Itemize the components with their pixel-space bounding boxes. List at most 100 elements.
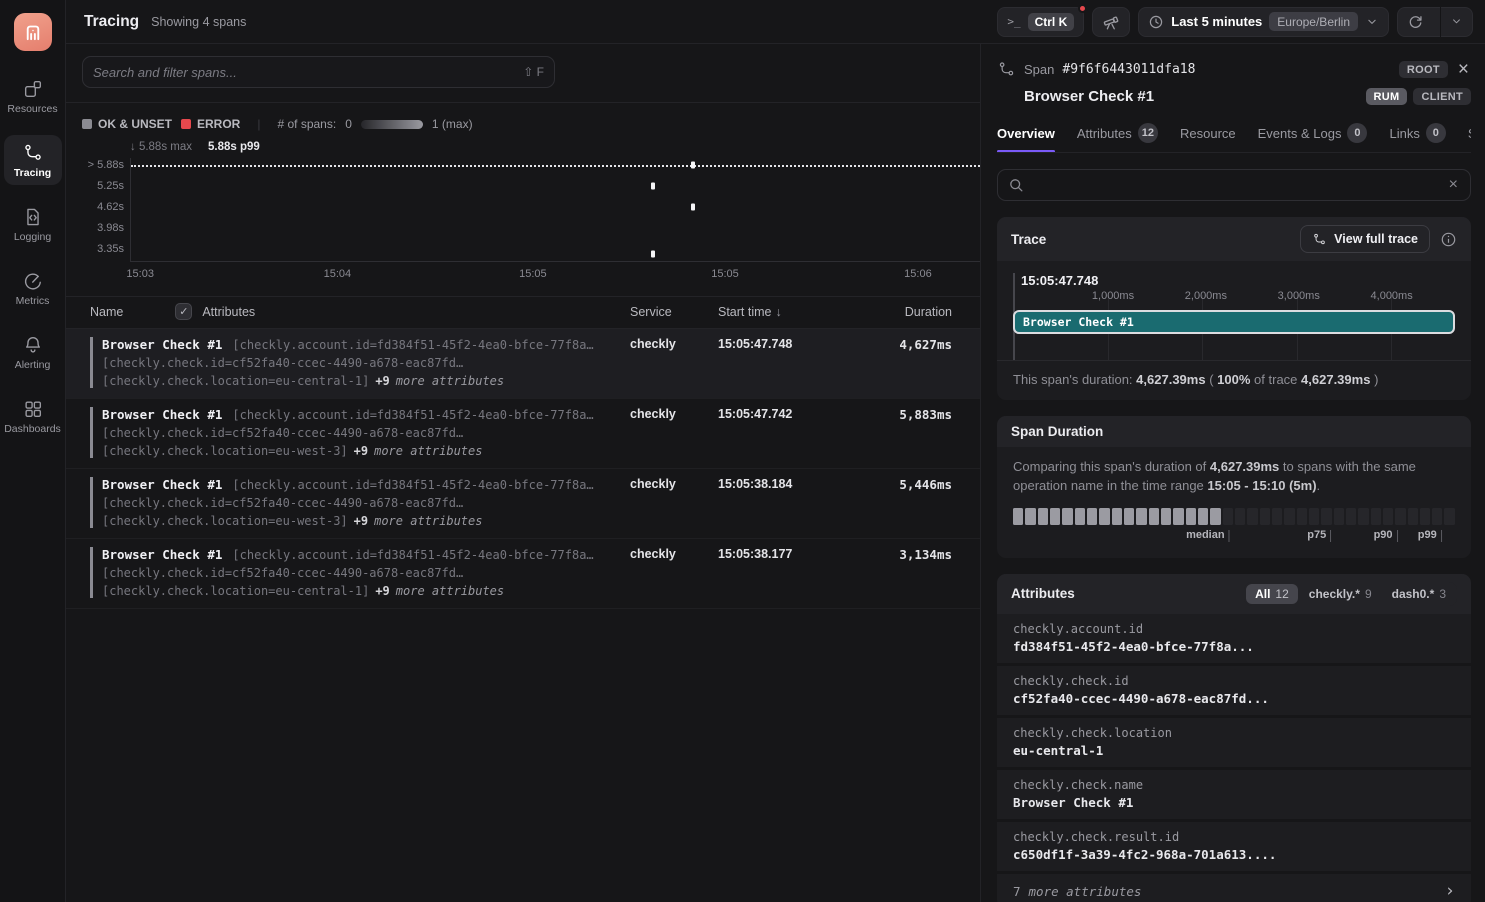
row-attr-line: [checkly.check.id=cf52fa40-ccec-4490-a67… [102, 426, 630, 440]
x-tick: 15:03 [126, 268, 154, 280]
tab-links[interactable]: Links 0 [1389, 123, 1445, 152]
terminal-prompt-icon: >_ [1007, 15, 1020, 28]
resources-icon [22, 78, 44, 100]
tab-label: Events & Logs [1258, 126, 1342, 141]
command-palette-button[interactable]: >_ Ctrl K [997, 7, 1084, 37]
attributes-checkbox[interactable] [175, 303, 192, 320]
row-start-time: 15:05:47.748 [718, 337, 846, 388]
trace-section-title: Trace [1011, 232, 1046, 247]
ok-swatch [82, 119, 92, 129]
histogram-cell [1334, 508, 1344, 525]
y-tick: 5.25s [97, 180, 124, 192]
view-full-trace-button[interactable]: View full trace [1300, 225, 1430, 253]
attribute-value: c650df1f-3a39-4fc2-968a-701a613.... [1013, 847, 1455, 862]
sidebar-item-label: Dashboards [4, 423, 61, 435]
row-duration: 3,134ms [846, 547, 952, 598]
col-start-time[interactable]: Start time [718, 305, 846, 319]
sidebar-item-tracing[interactable]: Tracing [4, 135, 62, 185]
row-service: checkly [630, 337, 718, 388]
span-duration-summary: This span's duration: 4,627.39ms ( 100% … [997, 360, 1471, 400]
table-row[interactable]: Browser Check #1 [checkly.account.id=fd3… [66, 399, 980, 469]
explore-button[interactable] [1092, 7, 1130, 37]
span-point[interactable] [651, 251, 655, 258]
filter-all[interactable]: All 12 [1246, 584, 1298, 604]
scatter-plot[interactable] [130, 158, 980, 262]
tab-resource[interactable]: Resource [1180, 123, 1236, 152]
error-swatch [181, 119, 191, 129]
legend-ok-label: OK & UNSET [98, 117, 172, 131]
rum-badge: RUM [1366, 88, 1408, 105]
legend-error[interactable]: ERROR [181, 117, 240, 131]
histogram-cell [1136, 508, 1146, 525]
tab-events-logs[interactable]: Events & Logs 0 [1258, 123, 1368, 152]
attribute-row[interactable]: checkly.check.location eu-central-1 [997, 718, 1471, 767]
filter-dash0[interactable]: dash0.* 3 [1383, 584, 1455, 604]
col-name: Name [90, 305, 123, 319]
attribute-row[interactable]: checkly.check.name Browser Check #1 [997, 770, 1471, 819]
span-title: Browser Check #1 [1024, 88, 1154, 105]
tab-label: Attributes [1077, 126, 1132, 141]
row-service: checkly [630, 477, 718, 528]
sidebar-item-resources[interactable]: Resources [4, 71, 62, 121]
table-row[interactable]: Browser Check #1 [checkly.account.id=fd3… [66, 329, 980, 399]
refresh-interval-dropdown[interactable] [1440, 7, 1472, 37]
span-search-input[interactable] [93, 65, 523, 80]
x-tick: 15:05 [711, 268, 739, 280]
dash0-logo[interactable] [14, 13, 52, 51]
span-type-label: Span [1024, 62, 1054, 77]
row-more-count: +9 [375, 584, 389, 598]
span-point[interactable] [651, 183, 655, 190]
span-bar[interactable]: Browser Check #1 [1013, 310, 1455, 334]
row-attr-line: [checkly.check.id=cf52fa40-ccec-4490-a67… [102, 496, 630, 510]
refresh-split-button [1397, 7, 1473, 37]
tab-attributes[interactable]: Attributes 12 [1077, 123, 1158, 152]
table-row[interactable]: Browser Check #1 [checkly.account.id=fd3… [66, 539, 980, 609]
col-duration: Duration [846, 305, 952, 319]
attribute-search-input[interactable] [1032, 178, 1439, 193]
attribute-row[interactable]: checkly.check.result.id c650df1f-3a39-4f… [997, 822, 1471, 871]
attribute-row[interactable]: checkly.account.id fd384f51-45f2-4ea0-bf… [997, 614, 1471, 663]
duration-histogram [1013, 508, 1455, 525]
histogram-cell [1444, 508, 1454, 525]
legend-ok[interactable]: OK & UNSET [82, 117, 172, 131]
span-point[interactable] [691, 204, 695, 211]
table-row[interactable]: Browser Check #1 [checkly.account.id=fd3… [66, 469, 980, 539]
row-attr-text: [checkly.check.location=eu-west-3] [102, 514, 348, 528]
attribute-filter-group: All 12 checkly.* 9 dash0.* 3 [1244, 582, 1457, 606]
sidebar-item-metrics[interactable]: Metrics [4, 263, 62, 313]
histogram-cell [1013, 508, 1023, 525]
spans-area: ⇧ F OK & UNSET ERROR | # of spans: 0 [66, 44, 980, 902]
sidebar-item-logging[interactable]: Logging [4, 199, 62, 249]
filter-checkly[interactable]: checkly.* 9 [1300, 584, 1381, 604]
more-attributes-row[interactable]: 7 more attributes › [997, 874, 1471, 902]
spans-scale-max: 1 (max) [432, 117, 473, 131]
sidebar-item-dashboards[interactable]: Dashboards [4, 391, 62, 441]
histogram-cell [1025, 508, 1035, 525]
tab-source[interactable]: Sour [1468, 123, 1471, 152]
attribute-row[interactable]: checkly.check.id cf52fa40-ccec-4490-a678… [997, 666, 1471, 715]
span-id: #9f6f6443011dfa18 [1062, 62, 1195, 77]
y-tick: > 5.88s [88, 159, 124, 171]
sidebar-item-alerting[interactable]: Alerting [4, 327, 62, 377]
close-icon[interactable]: × [1456, 60, 1471, 79]
row-more-count: +9 [375, 374, 389, 388]
histogram-cell [1346, 508, 1356, 525]
info-icon[interactable] [1440, 231, 1457, 248]
root-badge: ROOT [1399, 61, 1448, 78]
view-full-trace-label: View full trace [1334, 232, 1418, 246]
sidebar-item-label: Alerting [15, 359, 51, 371]
histogram-cell [1099, 508, 1109, 525]
time-range-picker[interactable]: Last 5 minutes Europe/Berlin [1138, 7, 1389, 37]
detail-tabs: Overview Attributes 12 Resource Events &… [997, 123, 1471, 153]
row-attr-inline: [checkly.account.id=fd384f51-45f2-4ea0-b… [232, 548, 593, 562]
histogram-cell [1432, 508, 1442, 525]
span-point[interactable] [691, 162, 695, 169]
histogram-cell [1186, 508, 1196, 525]
tab-overview[interactable]: Overview [997, 123, 1055, 152]
sidebar: Resources Tracing Logging [0, 0, 66, 902]
desc-duration: 4,627.39ms [1210, 459, 1279, 474]
clear-search-icon[interactable]: × [1447, 177, 1460, 193]
refresh-button[interactable] [1398, 7, 1433, 37]
attribute-search: × [997, 169, 1471, 201]
row-start-time: 15:05:47.742 [718, 407, 846, 458]
